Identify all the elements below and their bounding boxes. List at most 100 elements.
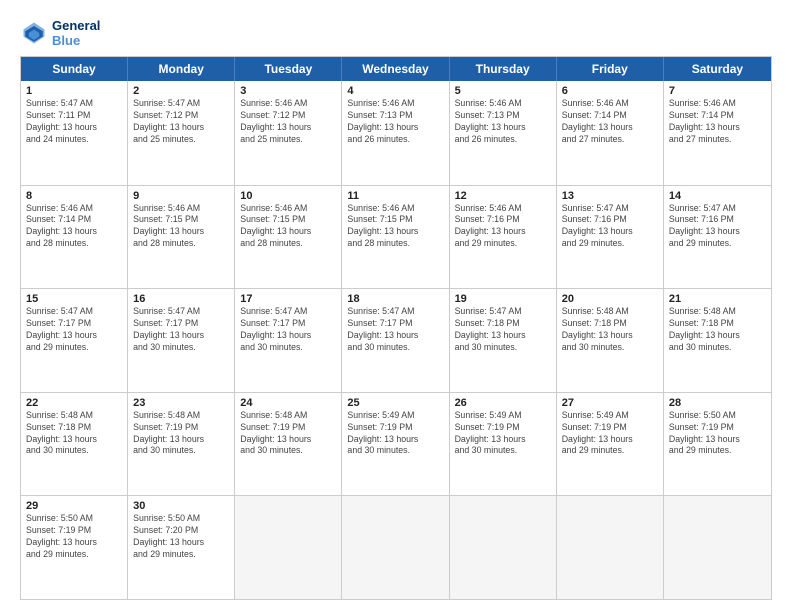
calendar-cell: 23Sunrise: 5:48 AM Sunset: 7:19 PM Dayli…: [128, 393, 235, 496]
day-number: 6: [562, 85, 658, 97]
day-info: Sunrise: 5:47 AM Sunset: 7:16 PM Dayligh…: [669, 203, 766, 251]
day-number: 2: [133, 85, 229, 97]
calendar-cell: 5Sunrise: 5:46 AM Sunset: 7:13 PM Daylig…: [450, 81, 557, 185]
day-number: 3: [240, 85, 336, 97]
calendar-cell: 10Sunrise: 5:46 AM Sunset: 7:15 PM Dayli…: [235, 186, 342, 289]
day-number: 15: [26, 293, 122, 305]
calendar-cell: 28Sunrise: 5:50 AM Sunset: 7:19 PM Dayli…: [664, 393, 771, 496]
day-number: 24: [240, 397, 336, 409]
day-number: 27: [562, 397, 658, 409]
day-info: Sunrise: 5:46 AM Sunset: 7:14 PM Dayligh…: [562, 98, 658, 146]
calendar-row: 29Sunrise: 5:50 AM Sunset: 7:19 PM Dayli…: [21, 495, 771, 599]
calendar-cell: 26Sunrise: 5:49 AM Sunset: 7:19 PM Dayli…: [450, 393, 557, 496]
day-info: Sunrise: 5:49 AM Sunset: 7:19 PM Dayligh…: [455, 410, 551, 458]
day-number: 28: [669, 397, 766, 409]
calendar-cell: 22Sunrise: 5:48 AM Sunset: 7:18 PM Dayli…: [21, 393, 128, 496]
day-info: Sunrise: 5:50 AM Sunset: 7:19 PM Dayligh…: [26, 513, 122, 561]
calendar-body: 1Sunrise: 5:47 AM Sunset: 7:11 PM Daylig…: [21, 81, 771, 599]
day-number: 1: [26, 85, 122, 97]
calendar-cell: 14Sunrise: 5:47 AM Sunset: 7:16 PM Dayli…: [664, 186, 771, 289]
day-info: Sunrise: 5:48 AM Sunset: 7:19 PM Dayligh…: [240, 410, 336, 458]
calendar-cell: 15Sunrise: 5:47 AM Sunset: 7:17 PM Dayli…: [21, 289, 128, 392]
day-info: Sunrise: 5:47 AM Sunset: 7:17 PM Dayligh…: [240, 306, 336, 354]
empty-cell: [557, 496, 664, 599]
calendar: SundayMondayTuesdayWednesdayThursdayFrid…: [20, 56, 772, 600]
weekday-header: Thursday: [450, 57, 557, 81]
day-info: Sunrise: 5:46 AM Sunset: 7:14 PM Dayligh…: [669, 98, 766, 146]
day-info: Sunrise: 5:47 AM Sunset: 7:17 PM Dayligh…: [26, 306, 122, 354]
calendar-row: 22Sunrise: 5:48 AM Sunset: 7:18 PM Dayli…: [21, 392, 771, 496]
calendar-cell: 17Sunrise: 5:47 AM Sunset: 7:17 PM Dayli…: [235, 289, 342, 392]
calendar-cell: 30Sunrise: 5:50 AM Sunset: 7:20 PM Dayli…: [128, 496, 235, 599]
day-info: Sunrise: 5:46 AM Sunset: 7:12 PM Dayligh…: [240, 98, 336, 146]
calendar-row: 1Sunrise: 5:47 AM Sunset: 7:11 PM Daylig…: [21, 81, 771, 185]
calendar-cell: 25Sunrise: 5:49 AM Sunset: 7:19 PM Dayli…: [342, 393, 449, 496]
day-info: Sunrise: 5:47 AM Sunset: 7:11 PM Dayligh…: [26, 98, 122, 146]
day-number: 22: [26, 397, 122, 409]
calendar-cell: 19Sunrise: 5:47 AM Sunset: 7:18 PM Dayli…: [450, 289, 557, 392]
day-info: Sunrise: 5:48 AM Sunset: 7:19 PM Dayligh…: [133, 410, 229, 458]
calendar-cell: 7Sunrise: 5:46 AM Sunset: 7:14 PM Daylig…: [664, 81, 771, 185]
day-number: 10: [240, 190, 336, 202]
empty-cell: [450, 496, 557, 599]
day-info: Sunrise: 5:46 AM Sunset: 7:15 PM Dayligh…: [347, 203, 443, 251]
day-info: Sunrise: 5:49 AM Sunset: 7:19 PM Dayligh…: [562, 410, 658, 458]
calendar-cell: 6Sunrise: 5:46 AM Sunset: 7:14 PM Daylig…: [557, 81, 664, 185]
day-info: Sunrise: 5:47 AM Sunset: 7:17 PM Dayligh…: [133, 306, 229, 354]
logo: General Blue: [20, 18, 100, 48]
day-number: 5: [455, 85, 551, 97]
day-number: 7: [669, 85, 766, 97]
day-info: Sunrise: 5:46 AM Sunset: 7:14 PM Dayligh…: [26, 203, 122, 251]
calendar-cell: 24Sunrise: 5:48 AM Sunset: 7:19 PM Dayli…: [235, 393, 342, 496]
logo-icon: [20, 19, 48, 47]
empty-cell: [342, 496, 449, 599]
weekday-header: Monday: [128, 57, 235, 81]
calendar-cell: 27Sunrise: 5:49 AM Sunset: 7:19 PM Dayli…: [557, 393, 664, 496]
day-number: 8: [26, 190, 122, 202]
day-number: 17: [240, 293, 336, 305]
day-info: Sunrise: 5:50 AM Sunset: 7:20 PM Dayligh…: [133, 513, 229, 561]
day-info: Sunrise: 5:49 AM Sunset: 7:19 PM Dayligh…: [347, 410, 443, 458]
calendar-cell: 4Sunrise: 5:46 AM Sunset: 7:13 PM Daylig…: [342, 81, 449, 185]
day-info: Sunrise: 5:46 AM Sunset: 7:15 PM Dayligh…: [240, 203, 336, 251]
calendar-cell: 29Sunrise: 5:50 AM Sunset: 7:19 PM Dayli…: [21, 496, 128, 599]
day-info: Sunrise: 5:47 AM Sunset: 7:12 PM Dayligh…: [133, 98, 229, 146]
calendar-header: SundayMondayTuesdayWednesdayThursdayFrid…: [21, 57, 771, 81]
empty-cell: [664, 496, 771, 599]
weekday-header: Tuesday: [235, 57, 342, 81]
weekday-header: Sunday: [21, 57, 128, 81]
empty-cell: [235, 496, 342, 599]
day-number: 25: [347, 397, 443, 409]
day-info: Sunrise: 5:47 AM Sunset: 7:17 PM Dayligh…: [347, 306, 443, 354]
weekday-header: Wednesday: [342, 57, 449, 81]
calendar-cell: 12Sunrise: 5:46 AM Sunset: 7:16 PM Dayli…: [450, 186, 557, 289]
day-number: 16: [133, 293, 229, 305]
calendar-row: 15Sunrise: 5:47 AM Sunset: 7:17 PM Dayli…: [21, 288, 771, 392]
calendar-cell: 16Sunrise: 5:47 AM Sunset: 7:17 PM Dayli…: [128, 289, 235, 392]
calendar-cell: 1Sunrise: 5:47 AM Sunset: 7:11 PM Daylig…: [21, 81, 128, 185]
day-info: Sunrise: 5:50 AM Sunset: 7:19 PM Dayligh…: [669, 410, 766, 458]
day-number: 26: [455, 397, 551, 409]
day-info: Sunrise: 5:48 AM Sunset: 7:18 PM Dayligh…: [26, 410, 122, 458]
day-info: Sunrise: 5:47 AM Sunset: 7:16 PM Dayligh…: [562, 203, 658, 251]
day-number: 9: [133, 190, 229, 202]
day-info: Sunrise: 5:46 AM Sunset: 7:13 PM Dayligh…: [455, 98, 551, 146]
day-number: 21: [669, 293, 766, 305]
day-number: 29: [26, 500, 122, 512]
header: General Blue: [20, 18, 772, 48]
calendar-cell: 9Sunrise: 5:46 AM Sunset: 7:15 PM Daylig…: [128, 186, 235, 289]
logo-text: General Blue: [52, 18, 100, 48]
calendar-cell: 3Sunrise: 5:46 AM Sunset: 7:12 PM Daylig…: [235, 81, 342, 185]
day-number: 14: [669, 190, 766, 202]
day-number: 12: [455, 190, 551, 202]
calendar-row: 8Sunrise: 5:46 AM Sunset: 7:14 PM Daylig…: [21, 185, 771, 289]
calendar-cell: 13Sunrise: 5:47 AM Sunset: 7:16 PM Dayli…: [557, 186, 664, 289]
calendar-cell: 21Sunrise: 5:48 AM Sunset: 7:18 PM Dayli…: [664, 289, 771, 392]
day-number: 18: [347, 293, 443, 305]
day-number: 13: [562, 190, 658, 202]
day-number: 11: [347, 190, 443, 202]
day-info: Sunrise: 5:48 AM Sunset: 7:18 PM Dayligh…: [669, 306, 766, 354]
calendar-cell: 18Sunrise: 5:47 AM Sunset: 7:17 PM Dayli…: [342, 289, 449, 392]
day-number: 4: [347, 85, 443, 97]
day-number: 19: [455, 293, 551, 305]
